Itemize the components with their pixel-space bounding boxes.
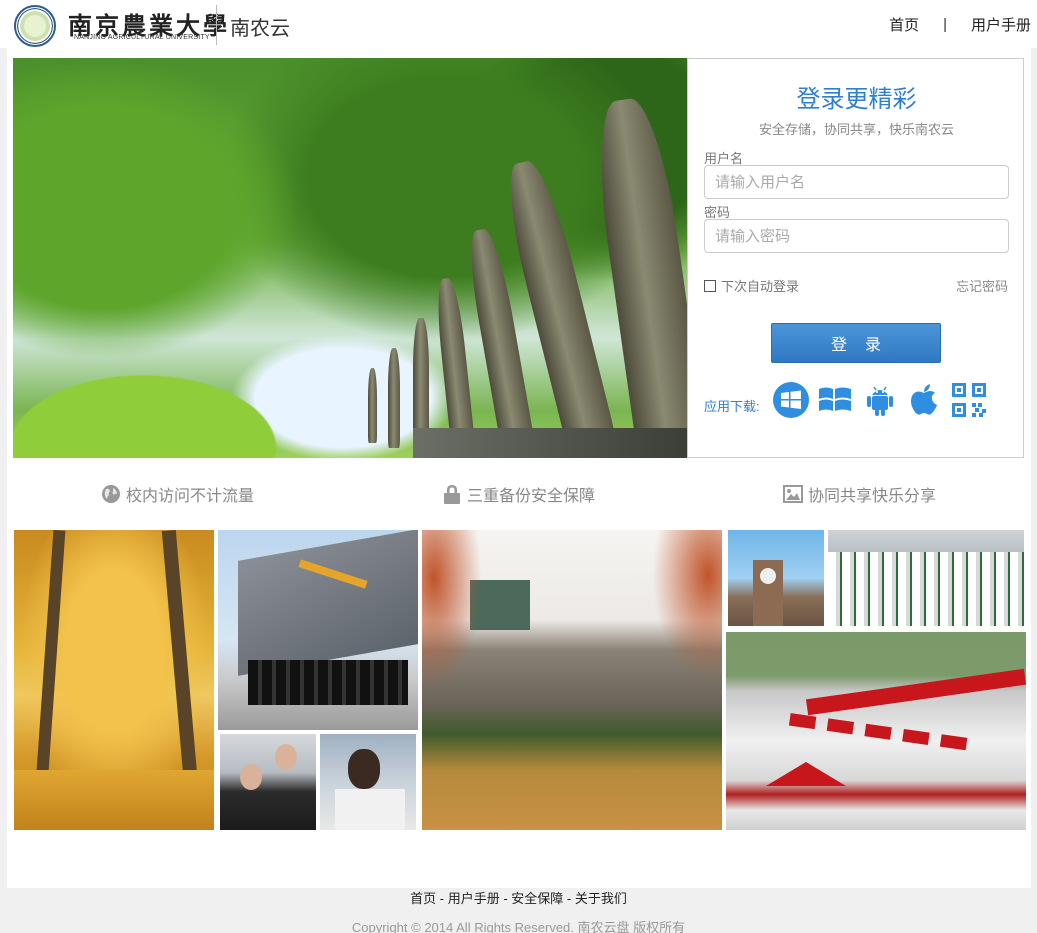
footer-separator: - <box>499 891 512 906</box>
password-input[interactable] <box>704 219 1009 253</box>
app-name: 南农云 <box>230 18 290 40</box>
remember-me-label: 下次自动登录 <box>721 279 800 294</box>
nav-home-link[interactable]: 首页 <box>889 14 919 35</box>
copyright-text: Copyright © 2014 All Rights Reserved. 南农… <box>351 920 686 933</box>
gallery-nau110-anniversary-photo: ▬▬▬▬▬ <box>726 632 1026 830</box>
top-nav: 首页 | 用户手册 <box>889 14 1031 35</box>
remember-me-checkbox[interactable]: 下次自动登录 <box>704 276 799 295</box>
university-name-en: NANJING AGRICULTURAL UNIVERSITY <box>74 34 210 41</box>
gallery-international-student-photo <box>320 734 416 830</box>
footer-separator: - <box>563 891 575 906</box>
login-panel: 登录更精彩 安全存储，协同共享，快乐南农云 用户名 密码 下次自动登录 忘记密码… <box>687 58 1024 458</box>
nav-user-manual-link[interactable]: 用户手册 <box>971 14 1031 35</box>
footer-links: 首页 - 用户手册 - 安全保障 - 关于我们 <box>0 888 1037 907</box>
feature-free-traffic: 校内访问不计流量 <box>101 482 254 506</box>
logo-divider <box>216 5 217 45</box>
feature-backup-security: 三重备份安全保障 <box>442 482 595 506</box>
header: 南京農業大學 NANJING AGRICULTURAL UNIVERSITY 南… <box>0 0 1037 48</box>
footer-security-link[interactable]: 安全保障 <box>511 891 563 906</box>
gallery-main-building-photo <box>422 530 722 830</box>
gallery-autumn-avenue-photo <box>14 530 214 830</box>
nav-separator: | <box>943 16 947 33</box>
feature-label: 三重备份安全保障 <box>467 488 596 505</box>
footer-about-link[interactable]: 关于我们 <box>575 891 627 906</box>
windows-icon[interactable] <box>772 381 810 419</box>
username-input[interactable] <box>704 165 1009 199</box>
lock-icon <box>444 485 460 504</box>
windows-phone-icon[interactable] <box>816 381 854 419</box>
gallery-students-photo <box>220 734 316 830</box>
footer-separator: - <box>436 891 448 906</box>
hero-campus-photo <box>13 58 687 458</box>
checkbox-box[interactable] <box>704 279 716 292</box>
footer-home-link[interactable]: 首页 <box>410 891 436 906</box>
university-seal-logo <box>14 5 56 47</box>
feature-label: 协同共享快乐分享 <box>808 488 937 505</box>
login-subtitle: 安全存储，协同共享，快乐南农云 <box>758 122 954 137</box>
feature-collaborative-share: 协同共享快乐分享 <box>783 482 936 506</box>
footer-user-manual-link[interactable]: 用户手册 <box>448 891 500 906</box>
gallery-military-training-photo <box>828 530 1024 626</box>
app-download-label: 应用下载: <box>704 399 760 414</box>
globe-icon <box>102 485 120 503</box>
login-button[interactable]: 登录 <box>771 323 941 363</box>
apple-icon[interactable] <box>905 381 943 419</box>
qr-code-icon[interactable] <box>950 381 988 419</box>
login-title: 登录更精彩 <box>796 86 917 113</box>
gallery-clock-tower-photo <box>728 530 824 626</box>
feature-label: 校内访问不计流量 <box>126 488 255 505</box>
gallery-library-graduates-photo <box>218 530 418 730</box>
image-icon <box>783 485 803 503</box>
android-icon[interactable] <box>861 381 899 419</box>
forgot-password-link[interactable]: 忘记密码 <box>956 276 1008 295</box>
